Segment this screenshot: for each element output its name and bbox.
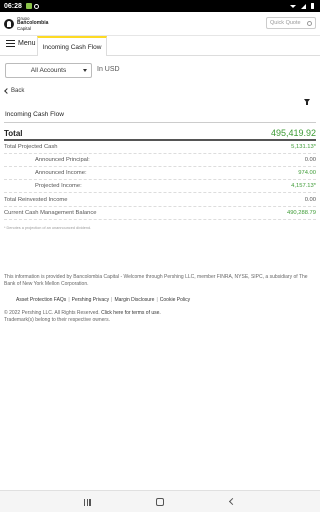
row-value: 490,288.79 — [286, 210, 316, 216]
row-value: 5,131.13* — [291, 144, 316, 150]
back-label: Back — [11, 88, 25, 94]
row-label: Total Reinvested Income — [4, 197, 68, 203]
terms-of-use-link[interactable]: Click here for terms of use. — [101, 310, 161, 316]
tab-incoming-cash-flow[interactable]: Incoming Cash Flow — [37, 36, 107, 56]
hamburger-icon — [6, 40, 15, 47]
home-icon[interactable] — [156, 498, 164, 506]
account-select-value: All Accounts — [30, 67, 67, 74]
link-asset-protection-faqs[interactable]: Asset Protection FAQs — [16, 297, 66, 303]
battery-icon — [311, 3, 314, 9]
row-total-projected-cash: Total Projected Cash 5,131.13* — [4, 141, 316, 154]
quick-quote-input[interactable]: Quick Quote — [266, 17, 316, 29]
row-announced-principal: Announced Principal: 0.00 — [4, 154, 316, 167]
status-time: 06:28 — [4, 2, 22, 10]
row-label: Total Projected Cash — [4, 144, 58, 150]
chevron-left-icon — [4, 88, 10, 94]
filter-icon[interactable] — [304, 99, 310, 105]
logo-text: Grupo Bancolombia Capital — [17, 16, 48, 31]
row-label: Current Cash Management Balance — [4, 210, 97, 216]
bancolombia-logo[interactable]: Grupo Bancolombia Capital — [4, 16, 48, 31]
row-label: Announced Principal: — [35, 157, 90, 163]
link-separator: | — [68, 297, 70, 303]
copyright-text: © 2022 Pershing LLC. All Rights Reserved… — [4, 310, 100, 316]
row-value: 0.00 — [304, 197, 316, 203]
total-row: Total 495,419.92 — [4, 127, 316, 141]
menu-button[interactable]: Menu — [6, 40, 36, 47]
status-bar: 06:28 — [0, 0, 320, 12]
link-separator: | — [156, 297, 158, 303]
nav-bar: Menu Incoming Cash Flow — [0, 36, 320, 56]
row-projected-income: Projected Income: 4,157.13* — [4, 180, 316, 193]
settings-icon — [33, 3, 39, 9]
row-label: Projected Income: — [35, 183, 82, 189]
search-icon[interactable] — [307, 20, 312, 26]
disclaimer-text: This information is provided by Bancolom… — [4, 274, 308, 287]
total-label: Total — [4, 128, 23, 138]
row-value: 4,157.13* — [291, 183, 316, 189]
logo-icon — [4, 18, 14, 29]
row-cash-management-balance: Current Cash Management Balance 490,288.… — [4, 207, 316, 220]
footnote: * Denotes a projection of an unannounced… — [4, 226, 92, 230]
link-cookie-policy[interactable]: Cookie Policy — [160, 297, 190, 303]
total-value: 495,419.92 — [270, 128, 316, 138]
system-nav-bar — [0, 490, 320, 512]
wifi-icon — [290, 4, 296, 8]
quick-quote-placeholder: Quick Quote — [270, 20, 301, 26]
link-pershing-privacy[interactable]: Pershing Privacy — [72, 297, 110, 303]
footer-links: Asset Protection FAQs | Pershing Privacy… — [16, 297, 190, 303]
row-total-reinvested-income: Total Reinvested Income 0.00 — [4, 194, 316, 207]
signal-icon — [301, 3, 306, 9]
row-label: Announced Income: — [35, 170, 87, 176]
account-select[interactable]: All Accounts — [5, 63, 92, 78]
chevron-down-icon — [83, 69, 87, 72]
back-icon[interactable] — [228, 497, 237, 506]
copyright: © 2022 Pershing LLC. All Rights Reserved… — [4, 310, 316, 323]
section-title: Incoming Cash Flow — [5, 111, 64, 118]
link-separator: | — [111, 297, 113, 303]
row-announced-income: Announced Income: 974.00 — [4, 167, 316, 180]
recent-apps-icon[interactable] — [84, 499, 92, 506]
trademark-text: Trademark(s) belong to their respective … — [4, 316, 110, 323]
currency-label: In USD — [97, 66, 120, 73]
logo-line-3: Capital — [17, 26, 32, 31]
divider — [4, 122, 316, 123]
notification-icon — [25, 3, 32, 9]
menu-label: Menu — [18, 40, 36, 47]
app-header: Grupo Bancolombia Capital Quick Quote — [0, 12, 320, 36]
back-link[interactable]: Back — [4, 88, 25, 94]
link-margin-disclosure[interactable]: Margin Disclosure — [114, 297, 154, 303]
row-value: 0.00 — [304, 157, 316, 163]
row-value: 974.00 — [298, 170, 316, 176]
